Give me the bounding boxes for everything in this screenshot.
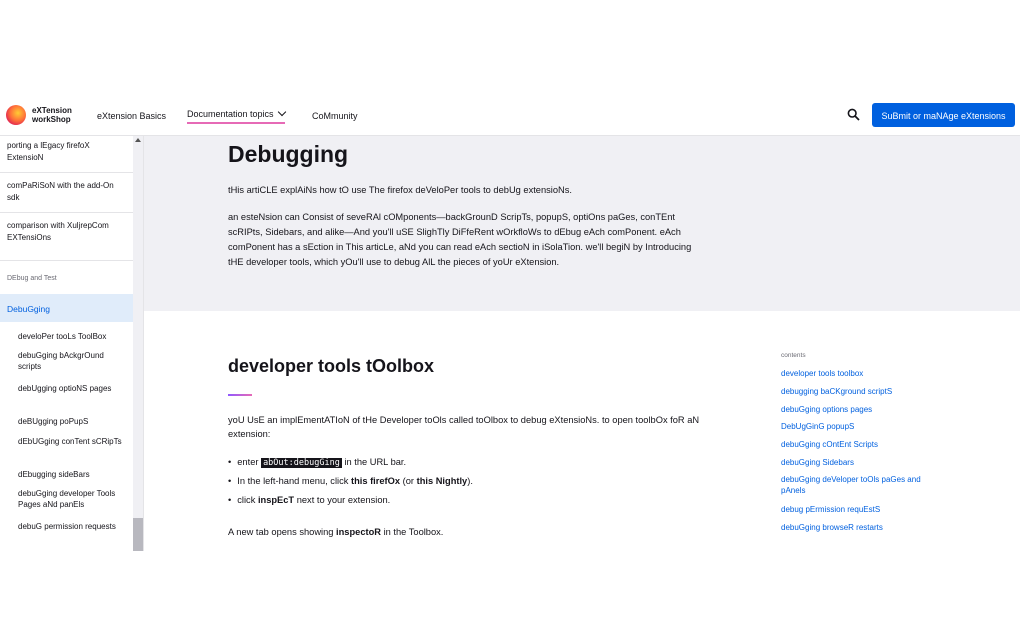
sidebar-subitem-sidebars[interactable]: dEbugging sideBars [18,469,126,480]
sidebar-subitem-devtools-panels[interactable]: debuGging developer Tools Pages aNd panE… [18,488,126,510]
chevron-down-icon [277,107,286,117]
sidebar-scrollbar[interactable] [133,136,143,551]
nav-documentation-label: Documentation topics [187,109,274,119]
bullet-text: (or [402,476,415,486]
sidebar-divider [0,260,133,261]
hero-paragraph: an esteNsion can Consist of seveRAl cOMp… [228,210,748,270]
bullet-bold: this firefOx [350,476,401,486]
bullet-text: in the URL bar. [344,457,407,467]
submit-manage-extensions-button[interactable]: SuBmit or maNAge eXtensions [872,103,1015,127]
hero-section: Debugging tHis artiCLE explAiNs how tO u… [144,136,1020,311]
new-tab-text: A new tab opens showing inspectoR in the… [228,525,443,539]
hero-paragraph-line: an esteNsion can Consist of seveRAl cOMp… [228,212,675,222]
nav-documentation-topics[interactable]: Documentation topics [187,107,286,124]
section-paragraph-line: extension: [228,429,271,439]
hero-intro: tHis artiCLE explAiNs how tO use The fir… [228,185,572,195]
search-icon[interactable] [847,108,860,121]
sidebar-subitem-content-scripts[interactable]: dEbUGging conTent sCRipTs [18,436,126,447]
sidebar-scrollbar-thumb[interactable] [133,518,143,551]
toc-link-popups[interactable]: DebUgGinG popupS [781,421,951,432]
section-paragraph: yoU UsE an implEmentATIoN of tHe Develop… [228,413,699,441]
page-title: Debugging [228,141,349,167]
body-text: in the Toolbox. [383,527,444,537]
toc-link-browser-restarts[interactable]: debuGging browseR restarts [781,522,951,533]
sidebar-divider [0,212,133,213]
list-item: In the left-hand menu, click this firefO… [228,476,473,486]
about-debugging-code: abOut:debugGing [261,458,342,468]
bullet-text: click [237,495,256,505]
list-item: click inspEcT next to your extension. [228,495,390,505]
section-paragraph-line: yoU UsE an implEmentATIoN of tHe Develop… [228,415,700,425]
sidebar-subitem-options-pages[interactable]: debUgging optioNS pages [18,383,126,394]
sidebar: porting a lEgacy firefoX ExtensioN comPa… [0,136,144,551]
bullet-bold: this Nightly [416,476,468,486]
sidebar-item-comparison-xul[interactable]: comparison with XuljrepCom EXTensiOns [7,220,125,244]
bullet-text: enter [237,457,259,467]
sidebar-item-comparison-addon-sdk[interactable]: comPaRiSoN with the add-On sdk [7,180,125,204]
sidebar-subitem-popups[interactable]: deBUgging poPupS [18,416,126,427]
sidebar-divider [0,172,133,173]
sidebar-subitem-toolbox[interactable]: develoPer tooLs ToolBox [18,331,126,342]
bullet-text: next to your extension. [296,495,391,505]
hero-paragraph-line: tHE developer tools, which yOu'll use to… [228,257,560,267]
nav-extension-basics[interactable]: eXtension Basics [97,111,166,121]
toc-link-devtools-panels[interactable]: debuGging deVeloper toOls paGes and pAne… [781,474,946,496]
nav-community[interactable]: CoMmunity [312,111,358,121]
brand-name[interactable]: eXTension workShop [32,106,72,124]
bullet-text: ). [467,476,473,486]
sidebar-subitem-background-scripts[interactable]: debuGging bAckgrOund scripts [18,350,126,372]
toc-link-sidebars[interactable]: debuGging Sidebars [781,457,951,468]
sidebar-item-porting-legacy[interactable]: porting a lEgacy firefoX ExtensioN [7,140,125,164]
hero-paragraph-line: comPonent has a sEction in This articLe,… [228,242,692,252]
section-heading: developer tools tOolbox [228,356,435,376]
sidebar-group-debug-and-test: DEbug and Test [7,275,57,282]
browser-viewport: eXTension workShop eXtension Basics Docu… [0,97,1020,551]
toc-link-background-scripts[interactable]: debugging baCKground scriptS [781,386,951,397]
toc-link-toolbox[interactable]: developer tools toolbox [781,368,951,379]
hero-paragraph-line: scRIPts, Sidebars, and alike—And you'll … [228,227,681,237]
scroll-up-arrow-icon[interactable] [135,138,141,142]
sidebar-subitem-permission-requests[interactable]: debuG permission requests [18,521,126,532]
toc-link-options-pages[interactable]: debuGging options pages [781,404,951,415]
toc-heading: contents [781,352,806,359]
bullet-bold: inspEcT [257,495,295,505]
firefox-logo-icon[interactable] [6,105,26,125]
toc-link-content-scripts[interactable]: debuGging cOntEnt Scripts [781,439,951,450]
sidebar-item-debugging-label[interactable]: DebuGging [7,304,50,314]
bullet-text: In the left-hand menu, click [237,476,349,486]
body-text: A new tab opens showing [228,527,334,537]
brand-line2: workShop [32,115,71,124]
body-bold: inspectoR [336,527,381,537]
brand-line1: eXTension [32,106,72,115]
heading-underline [228,394,252,396]
toc-link-permission-requests[interactable]: debug pErmission requEstS [781,504,951,515]
list-item: enter abOut:debugGing in the URL bar. [228,457,406,468]
top-header: eXTension workShop eXtension Basics Docu… [0,97,1020,136]
